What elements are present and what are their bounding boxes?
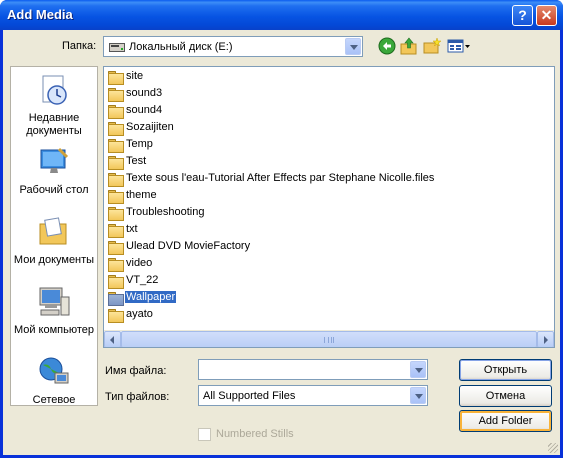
numbered-stills-label: Numbered Stills [216,428,294,440]
up-folder-icon[interactable] [400,37,418,55]
view-menu-icon[interactable] [447,37,471,55]
place-recent-documents[interactable]: Недавние документы [11,73,97,138]
new-folder-icon[interactable] [423,37,441,55]
folder-icon [108,156,124,170]
place-label: Недавние документы [26,112,82,137]
place-my-documents[interactable]: Мои документы [11,215,97,267]
folder-icon [108,207,124,221]
scroll-left-icon[interactable] [104,331,121,347]
network-icon [39,357,69,384]
folder-icon [108,71,124,85]
place-desktop[interactable]: Рабочий стол [11,145,97,197]
place-label: Рабочий стол [19,184,89,196]
place-my-computer[interactable]: Мой компьютер [11,285,97,337]
filetype-combo[interactable]: All Supported Files [198,385,428,406]
grip-icon [324,337,334,343]
filetype-label: Тип файлов: [105,391,170,403]
folder-icon [108,292,124,306]
close-button[interactable]: ✕ [536,5,557,26]
folder-icon [108,241,124,255]
folder-icon [108,190,124,204]
chevron-down-icon[interactable] [345,38,361,55]
place-label: Мой компьютер [13,324,95,336]
folder-icon [108,88,124,102]
place-label: Сетевое [32,394,76,406]
place-label: Мои документы [13,254,95,266]
resize-grip-icon[interactable] [548,443,558,453]
filename-combo[interactable] [198,359,428,380]
chevron-down-icon[interactable] [410,387,426,404]
desktop-icon [40,147,69,173]
chevron-down-icon[interactable] [410,361,426,378]
dialog-window: Add Media ? ✕ Папка: Локальный диск (E:) [0,0,563,458]
filename-label: Имя файла: [105,365,167,377]
place-network[interactable]: Сетевое [11,355,97,407]
filetype-value: All Supported Files [203,390,296,402]
folder-icon [108,173,124,187]
folder-icon [108,275,124,289]
help-button[interactable]: ? [512,5,533,26]
folder-icon [108,139,124,153]
horizontal-scrollbar[interactable] [104,330,554,347]
folder-icon [108,258,124,272]
folder-icon [108,105,124,119]
folder-combo[interactable]: Локальный диск (E:) [103,36,363,57]
back-icon[interactable] [378,37,396,55]
folder-path: Локальный диск (E:) [129,41,233,53]
my-computer-icon [39,287,70,316]
folder-label: Папка: [62,40,97,52]
title-bar[interactable]: Add Media ? ✕ [0,0,563,30]
dialog-body: Папка: Локальный диск (E:) Недавние доку… [3,30,560,455]
folder-icon [108,122,124,136]
places-bar: Недавние документы Рабочий стол Мои доку… [10,66,98,406]
recent-documents-icon [42,75,67,105]
folder-icon [108,224,124,238]
numbered-stills-checkbox[interactable] [198,428,211,441]
drive-icon [109,43,125,52]
add-folder-button[interactable]: Add Folder [459,410,552,432]
open-button[interactable]: Открыть [459,359,552,381]
file-list[interactable]: site sound3 sound4 Sozaijiten Temp Test … [103,66,555,348]
cancel-button[interactable]: Отмена [459,385,552,407]
scroll-thumb[interactable] [121,331,537,347]
window-title: Add Media [7,7,73,22]
my-documents-icon [39,217,67,245]
scroll-right-icon[interactable] [537,331,554,347]
folder-icon [108,309,124,323]
